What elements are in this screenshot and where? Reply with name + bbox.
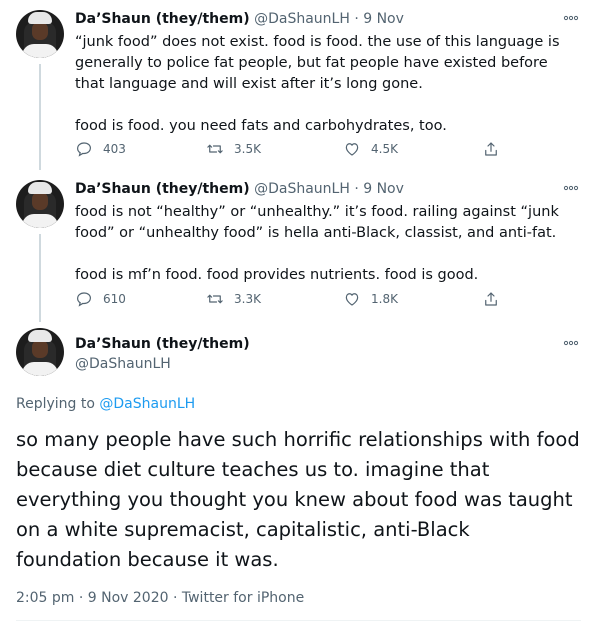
tweet-meta[interactable]: 2:05 pm · 9 Nov 2020 · Twitter for iPhon… bbox=[16, 590, 304, 606]
reply-icon bbox=[77, 142, 91, 157]
share-button[interactable] bbox=[482, 290, 500, 308]
more-icon[interactable] bbox=[563, 184, 579, 192]
tweet-actions: 610 3.3K 1.8K bbox=[75, 290, 505, 310]
retweet-icon bbox=[207, 144, 223, 154]
retweet-button[interactable]: 3.5K bbox=[206, 140, 261, 158]
retweet-button[interactable]: 3.3K bbox=[206, 290, 261, 308]
tweet-date[interactable]: 9 Nov bbox=[363, 181, 404, 197]
avatar[interactable] bbox=[16, 180, 64, 228]
tweet-paragraph: food is not “healthy” or “unhealthy.” it… bbox=[75, 204, 559, 241]
retweet-count: 3.3K bbox=[234, 292, 261, 306]
tweet-text: “junk food” does not exist. food is food… bbox=[75, 32, 580, 137]
reply-button[interactable]: 610 bbox=[75, 290, 126, 308]
share-button[interactable] bbox=[482, 140, 500, 158]
author-name[interactable]: Da’Shaun (they/them) bbox=[75, 11, 250, 27]
reply-count: 403 bbox=[103, 142, 126, 156]
author-handle[interactable]: @DaShaunLH bbox=[75, 356, 171, 372]
reply-button[interactable]: 403 bbox=[75, 140, 126, 158]
tweet-text: food is not “healthy” or “unhealthy.” it… bbox=[75, 202, 580, 286]
retweet-icon bbox=[207, 294, 223, 304]
separator: · bbox=[354, 11, 359, 27]
main-tweet-text: so many people have such horrific relati… bbox=[16, 428, 580, 571]
like-icon bbox=[345, 293, 359, 306]
author-handle[interactable]: @DaShaunLH bbox=[254, 181, 350, 197]
tweet-paragraph: food is mf’n food. food provides nutrien… bbox=[75, 267, 479, 283]
share-icon bbox=[485, 292, 497, 306]
author-handle[interactable]: @DaShaunLH bbox=[254, 11, 350, 27]
author-name[interactable]: Da’Shaun (they/them) bbox=[75, 181, 250, 197]
like-icon bbox=[345, 143, 359, 156]
reply-count: 610 bbox=[103, 292, 126, 306]
more-icon[interactable] bbox=[563, 14, 579, 22]
tweet-header: Da’Shaun (they/them) @DaShaunLH · 9 Nov bbox=[75, 11, 404, 27]
tweet-paragraph: food is food. you need fats and carbohyd… bbox=[75, 118, 447, 134]
like-count: 1.8K bbox=[371, 292, 398, 306]
tweet-actions: 403 3.5K 4.5K bbox=[75, 140, 505, 160]
like-count: 4.5K bbox=[371, 142, 398, 156]
divider bbox=[16, 620, 581, 621]
like-button[interactable]: 1.8K bbox=[343, 290, 398, 308]
tweet-1[interactable]: Da’Shaun (they/them) @DaShaunLH · 9 Nov … bbox=[0, 0, 597, 170]
tweet-header: Da’Shaun (they/them) @DaShaunLH · 9 Nov bbox=[75, 181, 404, 197]
replying-to: Replying to @DaShaunLH bbox=[16, 396, 195, 412]
reply-icon bbox=[77, 292, 91, 307]
more-icon[interactable] bbox=[563, 339, 579, 347]
avatar[interactable] bbox=[16, 10, 64, 58]
replying-to-link[interactable]: @DaShaunLH bbox=[99, 396, 195, 412]
like-button[interactable]: 4.5K bbox=[343, 140, 398, 158]
avatar[interactable] bbox=[16, 328, 64, 376]
share-icon bbox=[485, 142, 497, 156]
replying-prefix: Replying to bbox=[16, 396, 100, 412]
author-name[interactable]: Da’Shaun (they/them) bbox=[75, 336, 250, 352]
retweet-count: 3.5K bbox=[234, 142, 261, 156]
tweet-paragraph: “junk food” does not exist. food is food… bbox=[75, 34, 560, 92]
separator: · bbox=[354, 181, 359, 197]
tweet-2[interactable]: Da’Shaun (they/them) @DaShaunLH · 9 Nov … bbox=[0, 170, 597, 320]
tweet-date[interactable]: 9 Nov bbox=[363, 11, 404, 27]
